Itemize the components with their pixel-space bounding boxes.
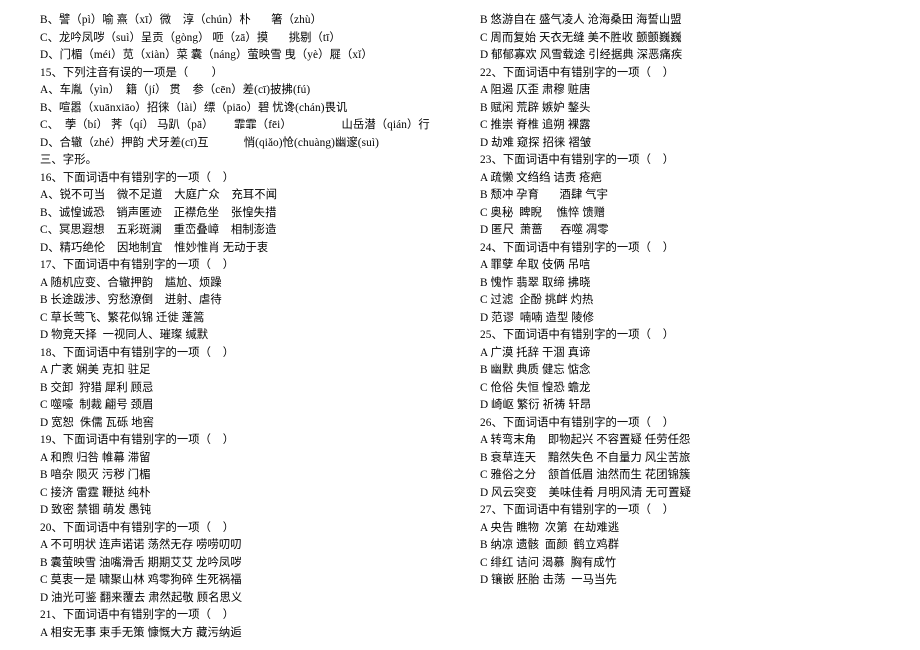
text-line: D 宽恕 侏儒 瓦砾 地窖 bbox=[40, 415, 450, 433]
text-line: A、锐不可当 微不足道 大庭广众 充耳不闻 bbox=[40, 187, 450, 205]
text-line: B 愧怍 翡翠 取缔 拂晓 bbox=[480, 275, 890, 293]
text-line: A 相安无事 束手无策 慷慨大方 藏污纳逅 bbox=[40, 625, 450, 643]
text-line: C 推崇 脊椎 追朔 裸露 bbox=[480, 117, 890, 135]
text-line: 19、下面词语中有错别字的一项（ ） bbox=[40, 432, 450, 450]
text-line: B 长途跋涉、穷愁潦倒 迸射、虐待 bbox=[40, 292, 450, 310]
text-line: D 郁郁寡欢 风雪载途 引经据典 深恶痛疾 bbox=[480, 47, 890, 65]
text-line: D 范谬 喃喃 造型 陵修 bbox=[480, 310, 890, 328]
text-line: C 绯红 诘问 渴慕 胸有成竹 bbox=[480, 555, 890, 573]
text-line: 17、下面词语中有错别字的一项（ ） bbox=[40, 257, 450, 275]
text-line: D 风云突变 美味佳肴 月明风清 无可置疑 bbox=[480, 485, 890, 503]
text-line: C、冥思遐想 五彩斑澜 重峦叠嶂 相制澎造 bbox=[40, 222, 450, 240]
text-line: 三、字形。 bbox=[40, 152, 450, 170]
text-line: C 莫衷一是 啸聚山林 鸡零狗碎 生死祸福 bbox=[40, 572, 450, 590]
text-line: A 和煦 归咎 帷幕 滞留 bbox=[40, 450, 450, 468]
text-line: A 随机应变、合辙押韵 尴尬、烦躁 bbox=[40, 275, 450, 293]
text-line: D、合辙（zhé）押韵 犬牙差(cī)互 悄(qiǎo)怆(chuàng)幽邃(… bbox=[40, 135, 450, 153]
text-line: B、喧嚣（xuānxiāo）招徕（lài）缥（piāo）碧 忧谗(chán)畏讥 bbox=[40, 100, 450, 118]
text-line: C 接济 雷霆 鞭挞 纯朴 bbox=[40, 485, 450, 503]
text-line: A 转弯末角 即物起兴 不容置疑 任劳任怨 bbox=[480, 432, 890, 450]
text-line: B 囊萤映雪 油嘴滑舌 期期艾艾 龙吟凤哕 bbox=[40, 555, 450, 573]
text-line: C 伧俗 失恒 惶恐 蟾龙 bbox=[480, 380, 890, 398]
text-line: D 崎岖 繁衍 祈祷 轩昂 bbox=[480, 397, 890, 415]
text-line: B 悠游自在 盛气凌人 沧海桑田 海誓山盟 bbox=[480, 12, 890, 30]
text-line: C 奥秘 睥睨 憔悴 馈赠 bbox=[480, 205, 890, 223]
text-line: 27、下面词语中有错别字的一项（ ） bbox=[480, 502, 890, 520]
text-line: D 油光可鉴 翻来覆去 肃然起敬 顾名思义 bbox=[40, 590, 450, 608]
text-line: A、车胤（yìn） 籍（jí） 贯 参（cēn）差(cī)披拂(fú) bbox=[40, 82, 450, 100]
text-line: C 雅俗之分 颔首低眉 油然而生 花团锦簇 bbox=[480, 467, 890, 485]
text-line: B 交卸 狩猎 犀利 顾忌 bbox=[40, 380, 450, 398]
text-line: D 匿尺 萧蔷 吞噬 凋零 bbox=[480, 222, 890, 240]
text-line: C 周而复始 天衣无缝 美不胜收 颤颤巍巍 bbox=[480, 30, 890, 48]
right-column: B 悠游自在 盛气凌人 沧海桑田 海誓山盟 C 周而复始 天衣无缝 美不胜收 颤… bbox=[480, 12, 890, 642]
text-line: B 颓冲 孕育 酒肆 气宇 bbox=[480, 187, 890, 205]
text-line: 16、下面词语中有错别字的一项（ ） bbox=[40, 170, 450, 188]
left-column: B、譬（pì）喻 熹（xī）微 淳（chún）朴 箸（zhù） C、龙吟凤哕（s… bbox=[40, 12, 450, 642]
text-line: C 过滤 企酚 挑衅 灼热 bbox=[480, 292, 890, 310]
text-line: D、门楣（méi）苋（xiàn）菜 囊（náng）萤映雪 曳（yè）屣（xǐ） bbox=[40, 47, 450, 65]
text-line: B、诚惶诚恐 销声匿迹 正襟危坐 张惶失措 bbox=[40, 205, 450, 223]
text-line: A 阻遏 仄歪 肃穆 赃唐 bbox=[480, 82, 890, 100]
text-line: 26、下面词语中有错别字的一项（ ） bbox=[480, 415, 890, 433]
text-line: D 致密 禁锢 萌发 愚钝 bbox=[40, 502, 450, 520]
text-line: A 广漠 托辞 干涸 真谛 bbox=[480, 345, 890, 363]
text-line: 20、下面词语中有错别字的一项（ ） bbox=[40, 520, 450, 538]
text-line: D 物竞天择 一视同人、璀璨 缄默 bbox=[40, 327, 450, 345]
text-line: 21、下面词语中有错别字的一项（ ） bbox=[40, 607, 450, 625]
text-line: 18、下面词语中有错别字的一项（ ） bbox=[40, 345, 450, 363]
text-line: B 幽默 典质 健忘 惦念 bbox=[480, 362, 890, 380]
text-line: A 不可明状 连声诺诺 荡然无存 唠唠叨叨 bbox=[40, 537, 450, 555]
text-line: A 广袤 娴美 克扣 驻足 bbox=[40, 362, 450, 380]
text-line: 15、下列注音有误的一项是（ ） bbox=[40, 65, 450, 83]
text-line: B 衰草连天 黯然失色 不自量力 风尘苦旅 bbox=[480, 450, 890, 468]
text-line: 22、下面词语中有错别字的一项（ ） bbox=[480, 65, 890, 83]
text-line: 24、下面词语中有错别字的一项（ ） bbox=[480, 240, 890, 258]
text-line: C 草长莺飞、繁花似锦 迁徙 蓬篙 bbox=[40, 310, 450, 328]
text-line: B、譬（pì）喻 熹（xī）微 淳（chún）朴 箸（zhù） bbox=[40, 12, 450, 30]
text-line: 25、下面词语中有错别字的一项（ ） bbox=[480, 327, 890, 345]
text-line: B 喑杂 陨灭 污秽 门楣 bbox=[40, 467, 450, 485]
text-line: A 疏懒 文绉绉 诘责 疮疤 bbox=[480, 170, 890, 188]
text-line: D、精巧绝伦 因地制宜 惟妙惟肖 无动于衷 bbox=[40, 240, 450, 258]
text-line: B 纳凉 遗骸 面颜 鹤立鸡群 bbox=[480, 537, 890, 555]
text-line: D 镶嵌 胚胎 击荡 一马当先 bbox=[480, 572, 890, 590]
text-line: B 赋闲 荒辟 嫉妒 鏊头 bbox=[480, 100, 890, 118]
text-line: C、龙吟凤哕（suì）呈贡（gòng） 咂（zā）摸 挑剔（tī） bbox=[40, 30, 450, 48]
text-line: A 央告 瞧物 次第 在劫难逃 bbox=[480, 520, 890, 538]
text-line: C、 荸（bí） 荠（qí） 马趴（pā） 霏霏（fēi） 山岳潜（qián）行 bbox=[40, 117, 450, 135]
text-line: A 罪孽 牟取 伎俩 吊唁 bbox=[480, 257, 890, 275]
text-line: D 劫难 窥探 招徕 褶皱 bbox=[480, 135, 890, 153]
text-line: C 噬嚎 制裁 翩号 颈眉 bbox=[40, 397, 450, 415]
text-line: 23、下面词语中有错别字的一项（ ） bbox=[480, 152, 890, 170]
